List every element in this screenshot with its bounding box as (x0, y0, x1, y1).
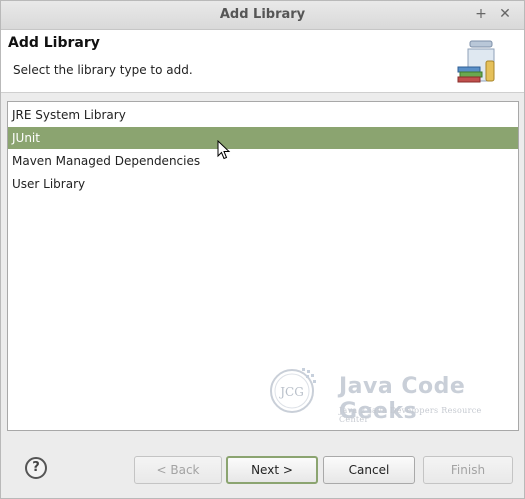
wizard-header: Add Library Select the library type to a… (1, 30, 524, 93)
window-title: Add Library (219, 7, 306, 22)
library-jar-icon (457, 40, 495, 83)
list-item-jre-system-library[interactable]: JRE System Library (8, 104, 518, 126)
help-button[interactable]: ? (25, 457, 47, 479)
cancel-button[interactable]: Cancel (323, 456, 415, 484)
back-button[interactable]: < Back (134, 456, 222, 484)
button-bar: ? < Back Next > Cancel Finish (1, 441, 524, 499)
pin-icon[interactable]: + (473, 5, 489, 23)
list-item-maven-managed-dependencies[interactable]: Maven Managed Dependencies (8, 150, 518, 172)
mouse-cursor-icon (217, 140, 231, 160)
next-button[interactable]: Next > (226, 456, 318, 484)
jcg-watermark: JCG Java Code Geeks Java 2 Java Develope… (263, 360, 513, 426)
list-item-user-library[interactable]: User Library (8, 173, 518, 195)
add-library-dialog: Add Library + ✕ Add Library Select the l… (0, 0, 525, 499)
watermark-tagline: Java 2 Java Developers Resource Center (339, 406, 482, 424)
page-title: Add Library (8, 35, 100, 51)
svg-text:JCG: JCG (278, 385, 304, 399)
close-icon[interactable]: ✕ (497, 5, 513, 23)
page-description: Select the library type to add. (13, 63, 193, 77)
title-bar[interactable]: Add Library + ✕ (1, 1, 524, 30)
list-item-junit[interactable]: JUnit (8, 127, 518, 149)
finish-button[interactable]: Finish (423, 456, 513, 484)
jcg-logo-icon: JCG (270, 368, 316, 413)
